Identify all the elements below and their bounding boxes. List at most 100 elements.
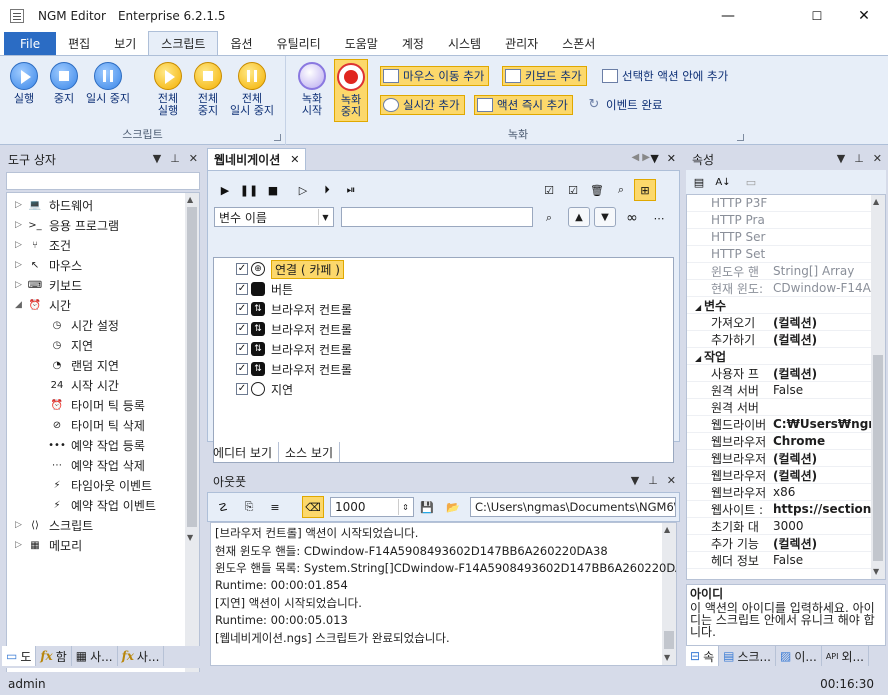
expand-icon[interactable]: ▷ [15, 540, 27, 550]
property-row[interactable]: 가져오기 (컬렉션) [687, 314, 871, 331]
more-icon[interactable]: ⋯ [648, 207, 670, 229]
pin-icon[interactable]: ⊥ [648, 474, 658, 487]
run-from-icon[interactable]: ⏯ [340, 179, 362, 201]
property-row[interactable]: 추가 기능 (컬렉션) [687, 535, 871, 552]
property-value[interactable]: (컬렉션) [773, 467, 871, 484]
toolbox-item[interactable]: ⏰ 타이머 틱 등록 [49, 395, 145, 415]
scroll-down-icon[interactable]: ▼ [187, 533, 193, 542]
tab-properties[interactable]: ⊟ 속 [686, 646, 720, 666]
pause-button[interactable]: 일시 중지 [86, 62, 130, 105]
toolbox-scroll-thumb[interactable] [187, 207, 197, 527]
minimize-button[interactable]: — [705, 0, 751, 32]
tab-edit[interactable]: 편집 [56, 32, 102, 55]
property-row[interactable]: 헤더 정보 False [687, 552, 871, 569]
property-value[interactable]: Chrome [773, 434, 871, 448]
delete-icon[interactable]: 🗑 [586, 179, 608, 201]
tab-script-explorer[interactable]: ▤ 스크... [719, 646, 776, 666]
property-row[interactable]: 웹브라우저 (컬렉션) [687, 450, 871, 467]
expand-icon[interactable]: ▷ [15, 220, 27, 230]
pause-all-button[interactable]: 전체 일시 중지 [230, 62, 274, 117]
expand-icon[interactable]: ▷ [15, 260, 27, 270]
toolbox-scrollbar[interactable]: ▲ ▼ [185, 193, 199, 687]
tab-external[interactable]: API 외... [822, 646, 869, 666]
run-button[interactable]: 실행 [10, 62, 38, 105]
move-up-button[interactable]: ▲ [568, 207, 590, 227]
tab-functions[interactable]: fx 함 [36, 646, 72, 666]
tab-script[interactable]: 스크립트 [148, 31, 219, 55]
tab-utility[interactable]: 유틸리티 [265, 32, 333, 55]
action-checkbox[interactable]: ✓ [236, 383, 248, 395]
toolbox-item[interactable]: ⋯ 예약 작업 삭제 [49, 455, 145, 475]
record-group-launcher-icon[interactable] [737, 134, 744, 141]
dropdown-icon[interactable]: ▼ [631, 474, 639, 487]
action-checkbox[interactable]: ✓ [236, 303, 248, 315]
close-icon[interactable]: ✕ [189, 152, 198, 165]
properties-scroll-thumb[interactable] [873, 355, 883, 561]
action-checkbox[interactable]: ✓ [236, 363, 248, 375]
expand-icon[interactable]: ▷ [15, 240, 27, 250]
tab-editor-view[interactable]: 에디터 보기 [207, 442, 280, 462]
property-value[interactable]: (컬렉션) [773, 535, 871, 552]
property-value[interactable]: False [773, 383, 871, 397]
stop-icon[interactable]: ■ [262, 179, 284, 201]
tab-account[interactable]: 계정 [390, 32, 436, 55]
record-stop-button[interactable]: 녹화 중지 [334, 59, 368, 122]
ai-icon[interactable]: ☡ [212, 496, 234, 518]
expand-icon[interactable]: ▷ [15, 520, 27, 530]
scroll-up-icon[interactable]: ▲ [873, 197, 879, 206]
property-value[interactable]: https://section [773, 502, 871, 516]
toolbox-item[interactable]: ◷ 지연 [49, 335, 93, 355]
scroll-up-icon[interactable]: ▲ [664, 525, 670, 534]
folder-icon[interactable]: 📂 [442, 496, 464, 518]
pause-icon[interactable]: ❚❚ [238, 179, 260, 201]
toolbox-item[interactable]: ▷ ⟨⟩ 스크립트 [15, 515, 93, 535]
add-realtime-button[interactable]: 실시간 추가 [380, 95, 465, 115]
scroll-down-icon[interactable]: ▼ [873, 567, 879, 576]
tab-toolbox[interactable]: ▭ 도 [2, 646, 37, 666]
collapse-icon[interactable]: ◢ [695, 354, 704, 363]
tab-view[interactable]: 보기 [102, 32, 148, 55]
action-row[interactable]: ✓ ⇅ 브라우저 컨트롤 [236, 359, 352, 379]
variable-name-select[interactable]: 변수 이름 ▼ [214, 207, 334, 227]
output-scroll-thumb[interactable] [664, 631, 674, 649]
pin-icon[interactable]: ⊥ [854, 152, 864, 165]
toolbox-item[interactable]: ⚡ 예약 작업 이벤트 [49, 495, 155, 515]
add-keyboard-button[interactable]: 키보드 추가 [502, 66, 587, 86]
property-row[interactable]: HTTP Set [687, 246, 871, 263]
maximize-button[interactable]: ☐ [794, 0, 840, 32]
search-icon[interactable]: ⌕ [538, 207, 560, 229]
variable-value-input[interactable] [341, 207, 533, 227]
property-value[interactable]: 3000 [773, 519, 871, 533]
action-row[interactable]: ✓ 지연 [236, 379, 293, 399]
toolbox-item[interactable]: ▷ ⌨ 키보드 [15, 275, 82, 295]
log-count-spinner[interactable]: 1000 ⇕ [330, 497, 414, 517]
collapse-icon[interactable]: ◢ [15, 300, 27, 310]
stop-button[interactable]: 중지 [50, 62, 78, 105]
property-category[interactable]: ◢ 작업 [687, 348, 871, 365]
property-row[interactable]: 원격 서버 [687, 399, 871, 416]
tab-system[interactable]: 시스템 [436, 32, 493, 55]
output-scrollbar[interactable]: ▲ ▼ [662, 523, 676, 665]
tab-options[interactable]: 옵션 [218, 32, 264, 55]
tab-file[interactable]: File [4, 32, 57, 55]
dropdown-icon[interactable]: ▼ [837, 152, 845, 165]
toolbox-item[interactable]: ⊘ 타이머 틱 삭제 [49, 415, 145, 435]
close-icon[interactable]: ✕ [667, 152, 676, 165]
record-start-button[interactable]: 녹화 시작 [298, 62, 326, 117]
search-icon[interactable]: ⌕ [610, 179, 632, 201]
property-row[interactable]: 현재 윈도: CDwindow-F14A [687, 280, 871, 297]
toolbox-item[interactable]: ⚡ 타임아웃 이벤트 [49, 475, 152, 495]
property-row[interactable]: 웹사이트 : https://section [687, 501, 871, 518]
toolbox-item[interactable]: ▷ ▦ 메모리 [15, 535, 82, 555]
property-row[interactable]: 원격 서버 False [687, 382, 871, 399]
run-all-button[interactable]: 전체 실행 [154, 62, 182, 117]
action-row[interactable]: ✓ ⊕ 연결 ( 카페 ) [236, 259, 344, 279]
tab-nav-arrows[interactable]: ◀ ▶ [631, 152, 650, 163]
scroll-up-icon[interactable]: ▲ [187, 195, 193, 204]
property-row[interactable]: 웹드라이버 C:₩Users₩ngm [687, 416, 871, 433]
property-value[interactable]: (컬렉션) [773, 331, 871, 348]
expand-icon[interactable]: ▷ [15, 200, 27, 210]
close-icon[interactable]: ✕ [667, 474, 676, 487]
event-done-button[interactable]: ↻ 이벤트 완료 [584, 95, 667, 115]
add-action-now-button[interactable]: 액션 즉시 추가 [474, 95, 573, 115]
